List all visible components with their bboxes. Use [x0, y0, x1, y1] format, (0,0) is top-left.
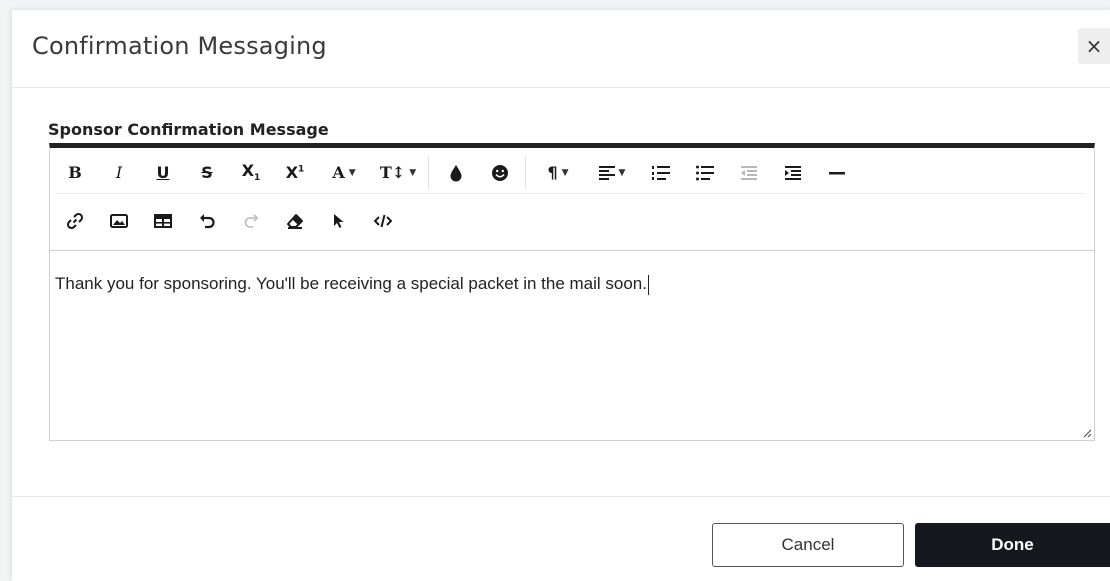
- toolbar-separator: [428, 155, 429, 190]
- chevron-down-icon: ▼: [409, 167, 417, 178]
- modal-footer: Cancel Done: [12, 496, 1110, 581]
- clear-formatting-button[interactable]: [276, 204, 314, 238]
- undo-icon: [200, 214, 215, 229]
- superscript-button[interactable]: X1: [276, 156, 314, 190]
- unordered-list-button[interactable]: [686, 156, 724, 190]
- cursor-pointer-icon: [334, 214, 344, 228]
- strikethrough-icon: S: [201, 163, 213, 182]
- confirmation-modal: Confirmation Messaging × Sponsor Confirm…: [12, 10, 1110, 581]
- underline-button[interactable]: U: [144, 156, 182, 190]
- image-icon: [110, 214, 128, 228]
- undo-button[interactable]: [188, 204, 226, 238]
- toolbar-row-1: B I U S X1 X1 A ▼ T↕ ▼ ¶ ▼ ▼: [56, 152, 1086, 194]
- link-icon: [66, 212, 84, 230]
- italic-button[interactable]: I: [100, 156, 138, 190]
- font-size-dropdown[interactable]: T↕ ▼: [374, 156, 422, 190]
- emoticons-button[interactable]: [481, 156, 519, 190]
- chevron-down-icon: ▼: [348, 167, 356, 178]
- italic-icon: I: [115, 163, 123, 182]
- redo-icon: [244, 214, 259, 228]
- unordered-list-icon: [696, 165, 714, 180]
- resize-handle-icon[interactable]: [1082, 428, 1092, 438]
- field-label: Sponsor Confirmation Message: [48, 120, 329, 139]
- chevron-down-icon: ▼: [561, 167, 569, 178]
- text-cursor: [648, 274, 649, 295]
- subscript-button[interactable]: X1: [232, 156, 270, 190]
- editor-content-area[interactable]: Thank you for sponsoring. You'll be rece…: [55, 274, 649, 295]
- strikethrough-button[interactable]: S: [188, 156, 226, 190]
- paragraph-format-dropdown[interactable]: ¶ ▼: [534, 156, 582, 190]
- ink-drop-icon: [450, 164, 462, 181]
- subscript-digit: 1: [254, 173, 261, 184]
- font-family-dropdown[interactable]: A ▼: [320, 156, 368, 190]
- superscript-digit: 1: [298, 164, 305, 175]
- insert-image-button[interactable]: [100, 204, 138, 238]
- pilcrow-icon: ¶: [547, 163, 558, 182]
- insert-link-button[interactable]: [56, 204, 94, 238]
- code-view-button[interactable]: [364, 204, 402, 238]
- font-family-icon: A: [332, 163, 345, 182]
- cancel-button[interactable]: Cancel: [712, 523, 904, 567]
- font-size-icon: T↕: [379, 163, 406, 182]
- bold-icon: B: [68, 163, 82, 182]
- outdent-icon: [741, 165, 757, 180]
- select-all-button[interactable]: [320, 204, 358, 238]
- ordered-list-icon: [652, 165, 670, 180]
- indent-icon: [785, 165, 801, 180]
- insert-table-button[interactable]: [144, 204, 182, 238]
- redo-button[interactable]: [232, 204, 270, 238]
- chevron-down-icon: ▼: [618, 167, 626, 178]
- ordered-list-button[interactable]: [642, 156, 680, 190]
- editor-text: Thank you for sponsoring. You'll be rece…: [55, 274, 647, 293]
- superscript-icon: X1: [286, 163, 305, 182]
- underline-icon: U: [156, 163, 170, 182]
- eraser-icon: [287, 214, 303, 229]
- subscript-icon: X1: [242, 161, 261, 183]
- code-icon: [374, 214, 392, 228]
- toolbar-separator: [525, 155, 526, 190]
- done-button[interactable]: Done: [915, 523, 1110, 567]
- align-left-icon: [598, 165, 615, 180]
- table-icon: [154, 214, 172, 228]
- subscript-x: X: [241, 161, 255, 181]
- horizontal-line-icon: [829, 171, 845, 174]
- editor-toolbar: B I U S X1 X1 A ▼ T↕ ▼ ¶ ▼ ▼: [50, 148, 1094, 251]
- close-button[interactable]: ×: [1078, 28, 1110, 64]
- smiley-icon: [492, 164, 508, 181]
- modal-header: Confirmation Messaging ×: [12, 10, 1110, 88]
- align-dropdown[interactable]: ▼: [588, 156, 636, 190]
- horizontal-line-button[interactable]: [818, 156, 856, 190]
- bold-button[interactable]: B: [56, 156, 94, 190]
- outdent-button[interactable]: [730, 156, 768, 190]
- toolbar-row-2: [56, 200, 1086, 242]
- indent-button[interactable]: [774, 156, 812, 190]
- modal-title: Confirmation Messaging: [32, 32, 327, 60]
- rich-text-editor: B I U S X1 X1 A ▼ T↕ ▼ ¶ ▼ ▼ Thank you f…: [49, 143, 1095, 441]
- text-color-button[interactable]: [437, 156, 475, 190]
- superscript-x: X: [285, 163, 299, 182]
